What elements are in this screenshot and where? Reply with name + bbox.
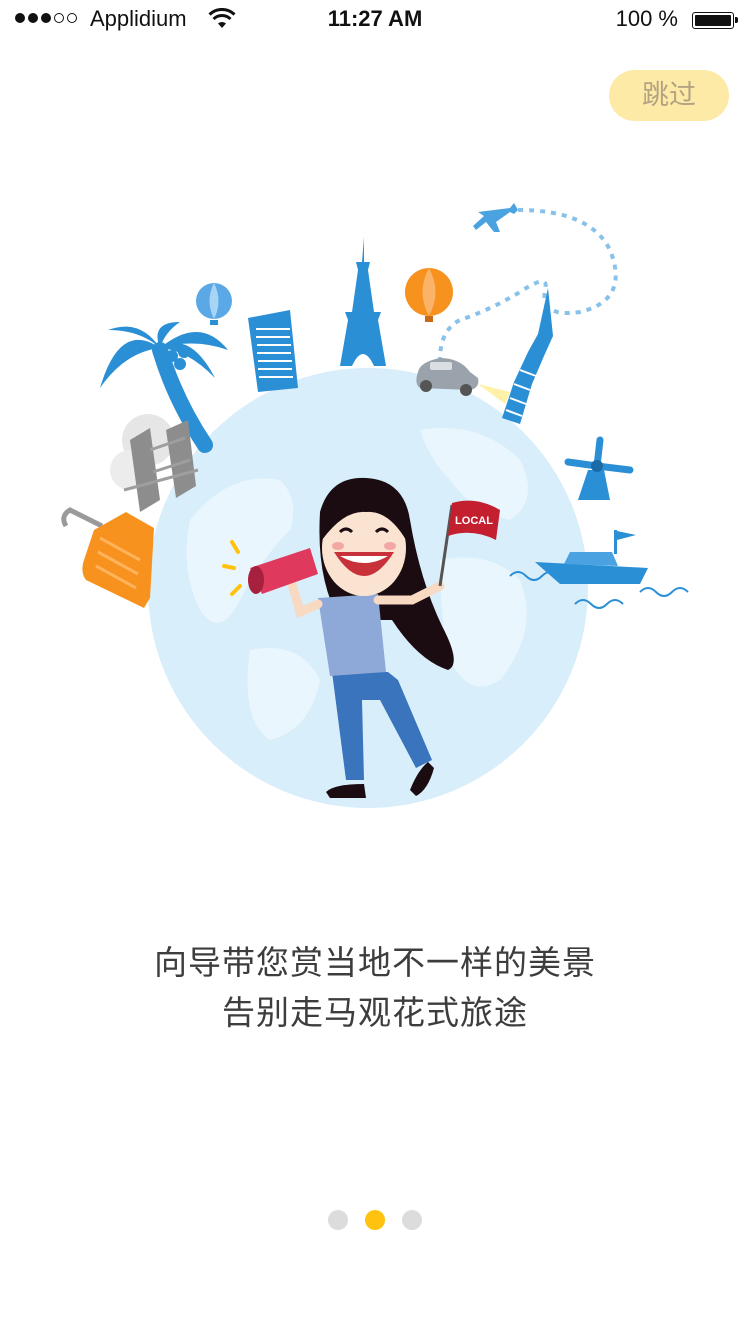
page-dot-3[interactable] [402,1210,422,1230]
status-bar: Applidium 11:27 AM 100 % [0,0,750,40]
skip-button[interactable]: 跳过 [609,70,729,121]
page-dot-1[interactable] [328,1210,348,1230]
battery-icon [692,12,738,29]
onboarding-illustration: LOCAL [61,203,689,808]
flight-path [438,208,618,361]
flag-label: LOCAL [455,515,493,527]
suitcase-icon [61,507,154,608]
eiffel-tower-icon [340,237,386,366]
tower-icon [502,288,553,424]
caption-line-1: 向导带您赏当地不一样的美景 [154,943,596,982]
hot-air-balloon-icon [196,283,232,325]
airplane-icon [473,203,518,232]
windmill-icon [564,436,634,500]
skyscraper-icon [248,310,298,392]
battery-percent: 100 % [615,6,678,31]
page-dot-2[interactable] [365,1210,385,1230]
caption-line-2: 告别走马观花式旅途 [222,993,528,1032]
orange-balloon-icon [405,268,453,322]
page-indicator [0,1210,750,1230]
